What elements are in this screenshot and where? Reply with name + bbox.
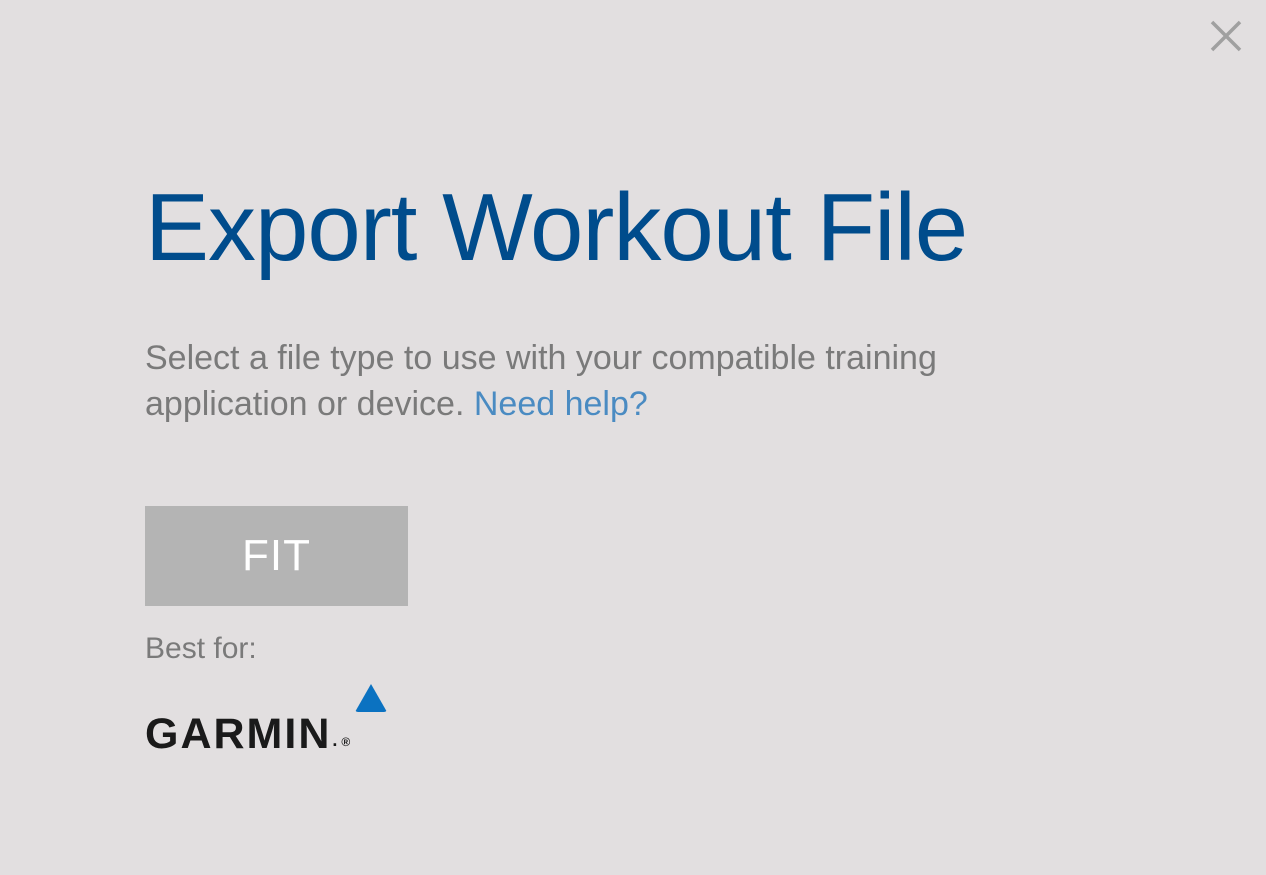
best-for-label: Best for: — [145, 632, 1100, 666]
dialog-title: Export Workout File — [145, 180, 1100, 276]
export-dialog: Export Workout File Select a file type t… — [0, 0, 1100, 759]
close-icon — [1210, 40, 1242, 55]
fit-file-button[interactable]: FIT — [145, 506, 408, 606]
garmin-logo: GARMIN.® — [145, 684, 408, 759]
garmin-triangle-icon — [355, 684, 387, 712]
dialog-description: Select a file type to use with your comp… — [145, 336, 1100, 428]
close-button[interactable] — [1210, 20, 1242, 52]
help-link[interactable]: Need help? — [474, 385, 648, 423]
garmin-brand-text: GARMIN.® — [145, 710, 352, 759]
